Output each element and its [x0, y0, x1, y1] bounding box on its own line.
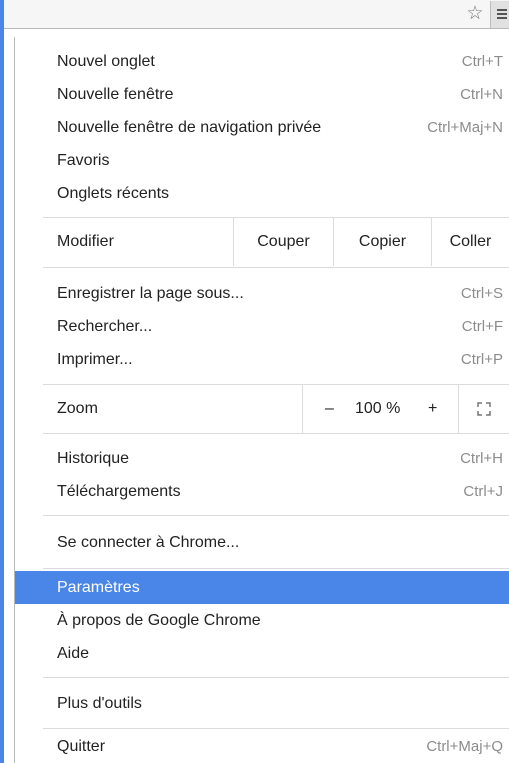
menu-item-history[interactable]: Historique Ctrl+H — [15, 442, 509, 475]
menu-item-label: Zoom — [57, 400, 98, 417]
menu-item-label: À propos de Google Chrome — [57, 612, 261, 629]
zoom-value: 100 % — [355, 400, 401, 417]
menu-item-label: Onglets récents — [57, 185, 170, 202]
chrome-menu-button[interactable] — [490, 1, 509, 28]
menu-item-label: Rechercher... — [57, 318, 153, 335]
menu-item-label: Historique — [57, 450, 130, 467]
menu-item-label: Modifier — [57, 233, 114, 250]
copy-button[interactable]: Copier — [333, 218, 431, 266]
menu-item-shortcut: Ctrl+J — [463, 483, 503, 500]
menu-separator — [43, 568, 509, 569]
zoom-out-button[interactable]: – — [325, 385, 334, 433]
zoom-in-button[interactable]: + — [428, 385, 437, 433]
menu-item-more-tools[interactable]: Plus d'outils — [15, 687, 509, 720]
menu-item-shortcut: Ctrl+F — [461, 318, 503, 335]
menu-item-label: Se connecter à Chrome... — [57, 534, 240, 551]
menu-item-shortcut: Ctrl+S — [460, 285, 503, 302]
menu-separator — [43, 677, 509, 678]
menu-item-label: Quitter — [57, 738, 106, 755]
menu-item-shortcut: Ctrl+Maj+Q — [426, 738, 503, 755]
menu-item-settings[interactable]: Paramètres — [15, 571, 509, 604]
menu-item-shortcut: Ctrl+T — [461, 53, 503, 70]
menu-item-label: Paramètres — [57, 579, 140, 596]
menu-item-new-window[interactable]: Nouvelle fenêtre Ctrl+N — [15, 78, 509, 111]
menu-item-sign-in[interactable]: Se connecter à Chrome... — [15, 526, 509, 559]
menu-item-label: Nouvelle fenêtre de navigation privée — [57, 119, 322, 136]
menu-item-label: Enregistrer la page sous... — [57, 285, 244, 302]
menu-item-shortcut: Ctrl+Maj+N — [427, 119, 503, 136]
browser-window: ☆ Nouvel onglet Ctrl+T Nouvelle fenêtre … — [0, 0, 509, 763]
menu-item-incognito[interactable]: Nouvelle fenêtre de navigation privée Ct… — [15, 111, 509, 144]
menu-item-label: Favoris — [57, 152, 110, 169]
hamburger-icon — [497, 9, 507, 11]
menu-item-label: Plus d'outils — [57, 695, 142, 712]
window-edge — [0, 0, 4, 763]
menu-item-find[interactable]: Rechercher... Ctrl+F — [15, 310, 509, 343]
menu-separator — [43, 728, 509, 729]
menu-item-label: Nouvel onglet — [57, 53, 155, 70]
fullscreen-button[interactable] — [458, 385, 509, 433]
chrome-menu: Nouvel onglet Ctrl+T Nouvelle fenêtre Ct… — [14, 37, 509, 763]
menu-row-zoom: Zoom – 100 % + — [15, 385, 509, 433]
menu-item-about[interactable]: À propos de Google Chrome — [15, 604, 509, 637]
menu-item-label: Téléchargements — [57, 483, 181, 500]
menu-separator — [43, 267, 509, 268]
star-icon[interactable]: ☆ — [464, 3, 486, 25]
menu-item-shortcut: Ctrl+P — [460, 351, 503, 368]
menu-item-label: Imprimer... — [57, 351, 133, 368]
hamburger-icon-bar — [497, 17, 507, 19]
menu-item-print[interactable]: Imprimer... Ctrl+P — [15, 343, 509, 376]
menu-item-save-page[interactable]: Enregistrer la page sous... Ctrl+S — [15, 277, 509, 310]
hamburger-icon-bar — [497, 13, 507, 15]
menu-row-edit: Modifier Couper Copier Coller — [15, 218, 509, 266]
menu-item-help[interactable]: Aide — [15, 637, 509, 670]
menu-separator — [43, 515, 509, 516]
menu-item-bookmarks[interactable]: Favoris — [15, 144, 509, 177]
menu-separator — [43, 433, 509, 434]
fullscreen-icon — [477, 402, 491, 416]
menu-item-shortcut: Ctrl+N — [460, 86, 503, 103]
menu-item-new-tab[interactable]: Nouvel onglet Ctrl+T — [15, 45, 509, 78]
menu-item-recent-tabs[interactable]: Onglets récents — [15, 177, 509, 210]
menu-item-label: Nouvelle fenêtre — [57, 86, 174, 103]
menu-item-exit[interactable]: Quitter Ctrl+Maj+Q — [15, 730, 509, 763]
menu-item-label: Aide — [57, 645, 90, 662]
menu-item-downloads[interactable]: Téléchargements Ctrl+J — [15, 475, 509, 508]
paste-button[interactable]: Coller — [431, 218, 509, 266]
toolbar: ☆ — [4, 0, 509, 29]
cut-button[interactable]: Couper — [233, 218, 333, 266]
menu-item-shortcut: Ctrl+H — [460, 450, 503, 467]
